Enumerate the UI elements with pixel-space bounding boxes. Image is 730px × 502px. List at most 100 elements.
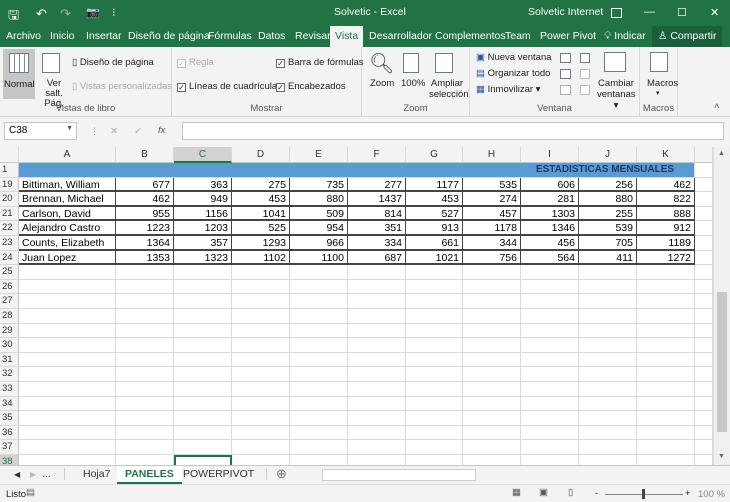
empty-cell[interactable] <box>19 396 116 412</box>
empty-cell[interactable] <box>406 352 463 368</box>
row-header[interactable]: 21 <box>0 206 19 222</box>
scroll-down-icon[interactable]: ▼ <box>718 453 725 460</box>
macro-record-icon[interactable]: ▤ <box>26 487 35 498</box>
empty-cell[interactable] <box>116 382 174 397</box>
empty-cell[interactable] <box>695 250 713 266</box>
empty-cell[interactable] <box>116 367 174 382</box>
empty-cell[interactable] <box>406 265 463 280</box>
value-cell[interactable]: 456 <box>521 236 579 251</box>
empty-cell[interactable] <box>463 323 521 339</box>
page-break-view-icon[interactable]: ▯ <box>568 487 573 498</box>
empty-cell[interactable] <box>174 294 232 309</box>
tab-archivo[interactable]: Archivo <box>6 30 41 42</box>
value-cell[interactable]: 256 <box>579 177 637 193</box>
gridlines-checkbox[interactable]: ✓ Líneas de cuadrícula <box>177 81 277 92</box>
empty-cell[interactable] <box>463 338 521 353</box>
value-cell[interactable]: 1346 <box>521 221 579 236</box>
empty-cell[interactable] <box>232 338 290 353</box>
empty-cell[interactable] <box>695 265 713 280</box>
empty-cell[interactable] <box>174 323 232 339</box>
save-icon[interactable]: 🖫 <box>8 6 19 28</box>
value-cell[interactable]: 1223 <box>116 221 174 236</box>
row-header[interactable]: 24 <box>0 250 19 266</box>
normal-view-button[interactable]: Normal <box>3 49 35 99</box>
row-header[interactable]: 36 <box>0 425 19 441</box>
value-cell[interactable]: 687 <box>348 250 406 266</box>
tab-vista[interactable]: Vista <box>330 26 364 47</box>
empty-cell[interactable] <box>695 192 713 207</box>
worksheet-grid[interactable]: A B C D E F G H I J K 1 ESTADISTICAS MENSUALES 19 Bitt… <box>0 147 713 470</box>
empty-cell[interactable] <box>406 367 463 382</box>
close-button[interactable]: ✕ <box>710 6 719 19</box>
empty-cell[interactable] <box>290 338 348 353</box>
value-cell[interactable]: 1102 <box>232 250 290 266</box>
value-cell[interactable]: 1156 <box>174 206 232 222</box>
empty-cell[interactable] <box>348 382 406 397</box>
column-header-A[interactable]: A <box>19 147 116 163</box>
empty-cell[interactable] <box>695 221 713 236</box>
empty-cell[interactable] <box>637 338 695 353</box>
name-cell[interactable]: Counts, Elizabeth <box>19 236 116 251</box>
empty-cell[interactable] <box>174 396 232 412</box>
tab-power-pivot[interactable]: Power Pivot <box>540 30 596 42</box>
freeze-panes-button[interactable]: ▦ Inmovilizar ▾ <box>476 84 540 95</box>
empty-cell[interactable] <box>463 425 521 441</box>
empty-cell[interactable] <box>348 440 406 455</box>
empty-cell[interactable] <box>174 382 232 397</box>
prev-sheet-icon[interactable]: ◀ <box>14 470 20 479</box>
value-cell[interactable]: 1189 <box>637 236 695 251</box>
empty-cell[interactable] <box>348 309 406 324</box>
value-cell[interactable]: 527 <box>406 206 463 222</box>
value-cell[interactable]: 363 <box>174 177 232 193</box>
value-cell[interactable]: 735 <box>290 177 348 193</box>
row-header[interactable]: 37 <box>0 440 19 455</box>
empty-cell[interactable] <box>579 440 637 455</box>
page-layout-button[interactable]: ▯ Diseño de página <box>72 57 154 68</box>
value-cell[interactable]: 1100 <box>290 250 348 266</box>
empty-cell[interactable] <box>406 323 463 339</box>
empty-cell[interactable] <box>637 440 695 455</box>
empty-cell[interactable] <box>521 294 579 309</box>
empty-cell[interactable] <box>579 265 637 280</box>
empty-cell[interactable] <box>521 309 579 324</box>
value-cell[interactable]: 453 <box>406 192 463 207</box>
value-cell[interactable]: 1177 <box>406 177 463 193</box>
empty-cell[interactable] <box>579 323 637 339</box>
empty-cell[interactable] <box>695 338 713 353</box>
empty-cell[interactable] <box>19 294 116 309</box>
empty-cell[interactable] <box>406 294 463 309</box>
row-header[interactable]: 35 <box>0 411 19 426</box>
value-cell[interactable]: 539 <box>579 221 637 236</box>
page-break-view-button[interactable]: Ver salt. Pág. <box>37 49 69 109</box>
empty-cell[interactable] <box>637 411 695 426</box>
value-cell[interactable]: 281 <box>521 192 579 207</box>
value-cell[interactable]: 1353 <box>116 250 174 266</box>
normal-view-icon[interactable]: ▦ <box>512 487 521 498</box>
value-cell[interactable]: 1293 <box>232 236 290 251</box>
empty-cell[interactable] <box>406 382 463 397</box>
row-header[interactable]: 29 <box>0 323 19 339</box>
empty-cell[interactable] <box>174 309 232 324</box>
empty-cell[interactable] <box>174 352 232 368</box>
empty-cell[interactable] <box>579 352 637 368</box>
add-sheet-button[interactable]: ⊕ <box>276 466 287 482</box>
scroll-up-icon[interactable]: ▲ <box>718 150 725 157</box>
empty-cell[interactable] <box>463 265 521 280</box>
value-cell[interactable]: 822 <box>637 192 695 207</box>
empty-cell[interactable] <box>695 279 713 295</box>
column-header-I[interactable]: I <box>521 147 579 163</box>
row-header[interactable]: 32 <box>0 367 19 382</box>
column-header-C[interactable]: C <box>174 147 232 163</box>
share-button[interactable]: ♙ Compartir <box>652 26 723 47</box>
empty-cell[interactable] <box>19 309 116 324</box>
empty-cell[interactable] <box>579 425 637 441</box>
empty-cell[interactable] <box>637 265 695 280</box>
cancel-icon[interactable]: ✕ <box>110 126 118 137</box>
empty-cell[interactable] <box>521 352 579 368</box>
row-header[interactable]: 30 <box>0 338 19 353</box>
column-header-D[interactable]: D <box>232 147 290 163</box>
value-cell[interactable]: 880 <box>579 192 637 207</box>
empty-cell[interactable] <box>232 309 290 324</box>
column-header-L[interactable] <box>695 147 713 163</box>
empty-cell[interactable] <box>579 411 637 426</box>
